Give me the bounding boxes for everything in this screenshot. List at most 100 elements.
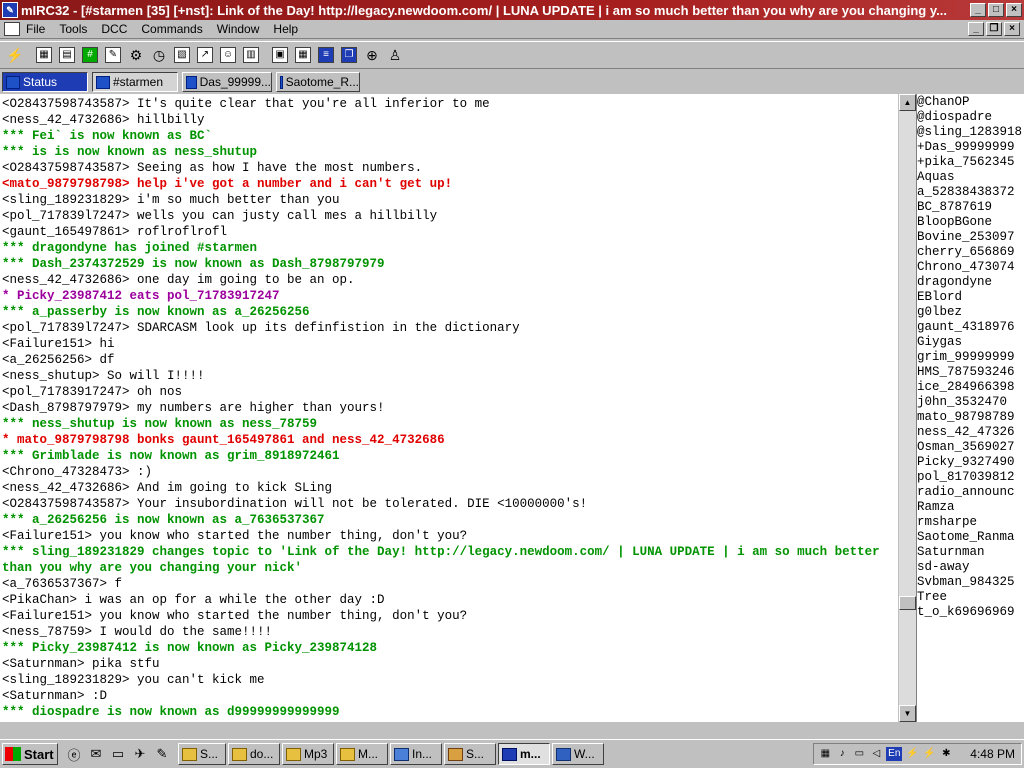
mirc-icon[interactable]: ✎ <box>2 2 18 18</box>
options-icon[interactable]: ▦ <box>33 44 55 66</box>
mdi-close-button[interactable]: × <box>1004 22 1020 36</box>
menu-tools[interactable]: Tools <box>59 22 87 36</box>
start-button[interactable]: Start <box>2 743 58 765</box>
scroll-thumb[interactable] <box>899 596 916 610</box>
power-icon[interactable]: ⚡ <box>922 747 936 761</box>
antivirus-icon[interactable]: ✱ <box>939 747 953 761</box>
nick-item[interactable]: pol_817039812 <box>917 470 1024 485</box>
nick-item[interactable]: grim_99999999 <box>917 350 1024 365</box>
nick-item[interactable]: Picky_9327490 <box>917 455 1024 470</box>
channels-list-icon[interactable]: ⚙ <box>125 44 147 66</box>
chat-line: <ness_42_4732686> hillbilly <box>2 113 205 127</box>
monitor-icon[interactable]: ▭ <box>852 747 866 761</box>
nick-item[interactable]: Saotome_Ranma <box>917 530 1024 545</box>
notify-list-icon[interactable]: ▣ <box>269 44 291 66</box>
show-desktop-icon[interactable]: ▭ <box>108 744 128 764</box>
nick-item[interactable]: EBlord <box>917 290 1024 305</box>
task-button[interactable]: Mp3 <box>282 743 334 765</box>
menu-commands[interactable]: Commands <box>141 22 202 36</box>
channel-window-icon[interactable] <box>4 22 20 36</box>
timer-icon[interactable]: ◷ <box>148 44 170 66</box>
channel-folder-icon[interactable]: # <box>79 44 101 66</box>
dcc-send-icon[interactable]: ↗ <box>194 44 216 66</box>
chat-scrollbar[interactable]: ▲ ▼ <box>899 94 916 722</box>
nick-item[interactable]: @sling_1283918 <box>917 125 1024 140</box>
menu-window[interactable]: Window <box>217 22 260 36</box>
nick-item[interactable]: ness_42_47326 <box>917 425 1024 440</box>
minimize-button[interactable]: _ <box>970 3 986 17</box>
network-icon[interactable]: ▦ <box>818 747 832 761</box>
nick-item[interactable]: Bovine_253097 <box>917 230 1024 245</box>
nick-item[interactable]: gaunt_4318976 <box>917 320 1024 335</box>
nick-item[interactable]: t_o_k69696969 <box>917 605 1024 620</box>
nick-item[interactable]: +Das_99999999 <box>917 140 1024 155</box>
nick-list[interactable]: @ChanOP @diospadre @sling_1283918 +Das_9999… <box>916 94 1024 722</box>
nick-item[interactable]: rmsharpe <box>917 515 1024 530</box>
scroll-up-button[interactable]: ▲ <box>899 94 916 111</box>
nick-item[interactable]: g0lbez <box>917 305 1024 320</box>
nick-item[interactable]: dragondyne <box>917 275 1024 290</box>
nick-item[interactable]: Tree <box>917 590 1024 605</box>
speaker-icon[interactable]: ◁ <box>869 747 883 761</box>
maximize-button[interactable]: □ <box>988 3 1004 17</box>
nick-item[interactable]: Giygas <box>917 335 1024 350</box>
menu-dcc[interactable]: DCC <box>101 22 127 36</box>
nick-item[interactable]: HMS_787593246 <box>917 365 1024 380</box>
clock[interactable]: 4:48 PM <box>970 747 1015 761</box>
nick-item[interactable]: sd-away <box>917 560 1024 575</box>
nick-item[interactable]: BC_8787619 <box>917 200 1024 215</box>
task-button[interactable]: W... <box>552 743 604 765</box>
tab-starmen[interactable]: #starmen <box>92 72 178 92</box>
server-list-icon[interactable]: ▤ <box>56 44 78 66</box>
language-indicator[interactable]: En <box>886 747 903 761</box>
task-button[interactable]: In... <box>390 743 442 765</box>
tab-das-query[interactable]: Das_99999... <box>182 72 272 92</box>
connect-icon[interactable]: ⚡ <box>4 44 26 66</box>
internet-explorer-icon[interactable]: ⓔ <box>64 744 84 764</box>
nick-item[interactable]: Svbman_984325 <box>917 575 1024 590</box>
nick-item[interactable]: Aquas <box>917 170 1024 185</box>
nick-item[interactable]: @ChanOP <box>917 95 1024 110</box>
outlook-icon[interactable]: ✉ <box>86 744 106 764</box>
nick-item[interactable]: mato_98798789 <box>917 410 1024 425</box>
nick-item[interactable]: j0hn_3532470 <box>917 395 1024 410</box>
tab-saotome-query[interactable]: Saotome_R... <box>276 72 360 92</box>
about-icon[interactable]: ♙ <box>384 44 406 66</box>
chat-log[interactable]: <O28437598743587> It's quite clear that … <box>0 94 898 722</box>
task-button[interactable]: S... <box>178 743 226 765</box>
tile-icon[interactable]: ≡ <box>315 44 337 66</box>
nick-item[interactable]: +pika_7562345 <box>917 155 1024 170</box>
mdi-minimize-button[interactable]: _ <box>968 22 984 36</box>
mdi-restore-button[interactable]: ❐ <box>986 22 1002 36</box>
task-button[interactable]: M... <box>336 743 388 765</box>
menu-file[interactable]: File <box>26 22 45 36</box>
menu-help[interactable]: Help <box>273 22 298 36</box>
dcc-chat-icon[interactable]: ☺ <box>217 44 239 66</box>
task-button[interactable]: do... <box>228 743 280 765</box>
nick-item[interactable]: Chrono_473074 <box>917 260 1024 275</box>
task-button[interactable]: S... <box>444 743 496 765</box>
help-icon[interactable]: ⊕ <box>361 44 383 66</box>
task-button-mirc[interactable]: m... <box>498 743 550 765</box>
cascade-icon[interactable]: ❐ <box>338 44 360 66</box>
volume-icon[interactable]: ♪ <box>835 747 849 761</box>
nick-item[interactable]: BloopBGone <box>917 215 1024 230</box>
notepad-icon[interactable]: ✎ <box>152 744 172 764</box>
scroll-down-button[interactable]: ▼ <box>899 705 916 722</box>
script-editor-icon[interactable]: ✎ <box>102 44 124 66</box>
urls-icon[interactable]: ▦ <box>292 44 314 66</box>
close-button[interactable]: × <box>1006 3 1022 17</box>
colors-icon[interactable]: ▧ <box>171 44 193 66</box>
nick-item[interactable]: @diospadre <box>917 110 1024 125</box>
nick-item[interactable]: Osman_3569027 <box>917 440 1024 455</box>
tab-status[interactable]: Status <box>2 72 88 92</box>
nick-item[interactable]: cherry_656869 <box>917 245 1024 260</box>
nick-item[interactable]: radio_announc <box>917 485 1024 500</box>
winamp-icon[interactable]: ⚡ <box>905 747 919 761</box>
nick-item[interactable]: a_52838438372 <box>917 185 1024 200</box>
launch-icon[interactable]: ✈ <box>130 744 150 764</box>
dcc-options-icon[interactable]: ▥ <box>240 44 262 66</box>
nick-item[interactable]: ice_284966398 <box>917 380 1024 395</box>
nick-item[interactable]: Ramza <box>917 500 1024 515</box>
nick-item[interactable]: Saturnman <box>917 545 1024 560</box>
